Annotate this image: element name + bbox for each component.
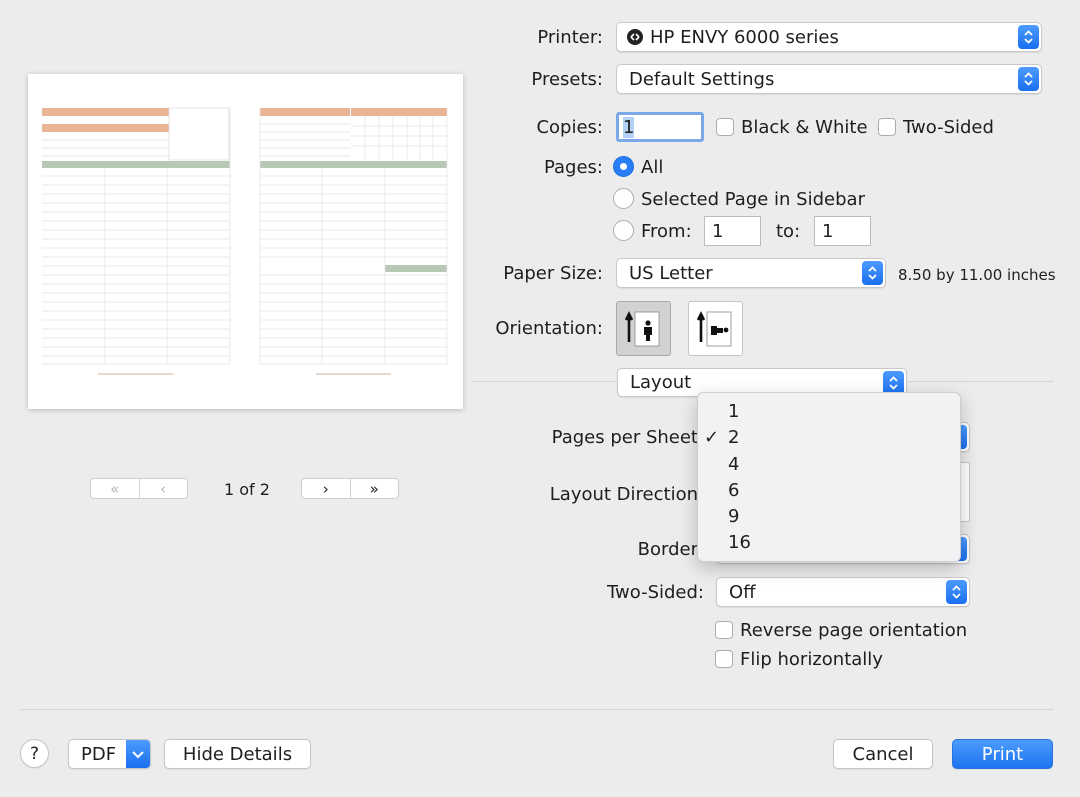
checkmark-icon: ✓ [704,427,720,448]
last-page-button[interactable]: » [351,479,399,498]
layout-two-sided-popup[interactable]: Off [716,577,970,607]
chevron-updown-icon [1018,25,1039,49]
presets-label: Presets: [531,69,603,90]
pages-all-label: All [641,157,664,178]
landscape-icon [696,311,732,347]
layout-two-sided-label: Two-Sided: [607,582,704,603]
pages-label: Pages: [543,157,603,178]
pages-from-radio[interactable] [613,220,634,241]
chevron-updown-icon [946,580,967,604]
layout-two-sided-value: Off [729,581,756,603]
printer-value: HP ENVY 6000 series [650,26,839,48]
copies-value: 1 [623,116,635,138]
help-button[interactable]: ? [20,739,49,768]
paper-size-label: Paper Size: [503,263,603,284]
flip-horizontally-checkbox[interactable] [715,650,733,668]
menu-item-9[interactable]: 9 [728,506,739,527]
portrait-icon [624,311,660,347]
cancel-button[interactable]: Cancel [833,739,933,769]
footer-separator [20,709,1054,710]
presets-value: Default Settings [629,68,775,90]
paper-size-popup[interactable]: US Letter [616,258,886,288]
presets-popup[interactable]: Default Settings [616,64,1042,94]
pages-to-field[interactable]: 1 [814,216,871,246]
pages-from-value: 1 [712,220,724,242]
menu-item-16[interactable]: 16 [728,532,751,553]
printer-status-icon [627,29,643,45]
preview-forward-group: › » [301,478,399,499]
pages-to-label: to: [776,221,801,242]
pages-selected-label: Selected Page in Sidebar [641,189,865,210]
previous-page-button[interactable]: ‹ [140,479,188,498]
pages-from-field[interactable]: 1 [704,216,761,246]
two-sided-checkbox[interactable] [878,118,896,136]
chevron-updown-icon [862,261,883,285]
flip-horizontally-label: Flip horizontally [740,649,883,670]
page-indicator: 1 of 2 [224,480,270,499]
copies-field[interactable]: 1 [616,112,704,142]
two-sided-label: Two-Sided [903,117,994,138]
pages-from-label: From: [641,221,692,242]
preview-thumbnail [42,107,448,375]
hide-details-button[interactable]: Hide Details [164,739,311,769]
menu-item-6[interactable]: 6 [728,480,739,501]
printer-popup[interactable]: HP ENVY 6000 series [616,22,1042,52]
pages-to-value: 1 [822,220,834,242]
border-label: Border [637,539,698,560]
pages-per-sheet-label: Pages per Sheet [551,427,698,448]
printer-label: Printer: [537,27,603,48]
reverse-orientation-checkbox[interactable] [715,621,733,639]
preview-back-group: « ‹ [90,478,188,499]
section-value: Layout [630,372,692,393]
landscape-button[interactable] [688,301,743,356]
orientation-label: Orientation: [495,318,603,339]
pages-per-sheet-menu: 1 ✓ 2 4 6 9 16 [697,392,961,562]
chevron-updown-icon [1018,67,1039,91]
menu-item-2[interactable]: 2 [728,427,739,448]
chevron-down-icon [126,740,150,768]
reverse-orientation-label: Reverse page orientation [740,620,968,641]
pdf-label: PDF [81,743,117,765]
pages-all-radio[interactable] [613,156,634,177]
pdf-button[interactable]: PDF [68,739,151,769]
print-button[interactable]: Print [952,739,1053,769]
next-page-button[interactable]: › [302,479,351,498]
copies-label: Copies: [536,117,603,138]
paper-size-value: US Letter [629,262,713,284]
menu-item-4[interactable]: 4 [728,454,739,475]
layout-direction-label: Layout Direction [549,484,698,505]
black-white-label: Black & White [741,117,868,138]
first-page-button[interactable]: « [91,479,140,498]
pages-selected-radio[interactable] [613,188,634,209]
paper-dimensions: 8.50 by 11.00 inches [898,266,1056,284]
page-preview [28,74,463,409]
black-white-checkbox[interactable] [716,118,734,136]
menu-item-1[interactable]: 1 [728,401,739,422]
portrait-button[interactable] [616,301,671,356]
